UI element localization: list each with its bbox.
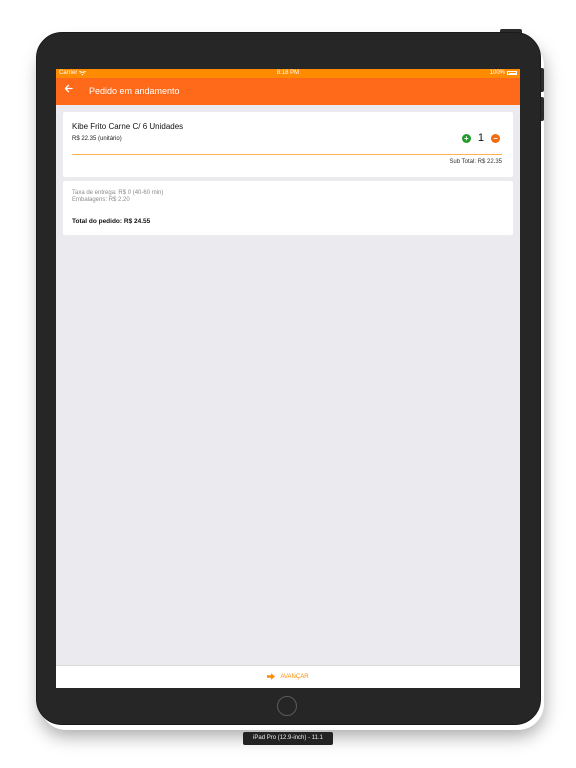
navigation-bar: Pedido em andamento <box>56 78 520 105</box>
app-screen: Carrier 8:18 PM 100% Pedido em andamento… <box>56 69 520 688</box>
order-item-card: Kibe Frito Carne C/ 6 Unidades R$ 22.35 … <box>63 112 513 177</box>
packaging-fee: Embalagens: R$ 2.20 <box>72 197 130 203</box>
battery-icon <box>507 71 517 75</box>
increase-quantity-button[interactable]: + <box>461 133 471 143</box>
back-button[interactable] <box>64 84 73 96</box>
quantity-value: 1 <box>477 132 484 144</box>
order-total: Total do pedido: R$ 24.55 <box>72 218 151 225</box>
quantity-stepper: + 1 − <box>461 132 500 144</box>
item-name: Kibe Frito Carne C/ 6 Unidades <box>72 122 184 131</box>
battery-indicator: 100% <box>490 70 517 76</box>
item-unit-price: R$ 22.35 (unitário) <box>72 136 122 142</box>
minus-icon: − <box>493 133 498 143</box>
home-button[interactable] <box>277 696 297 716</box>
delivery-fee: Taxa de entrega: R$ 0 (40-60 min) <box>72 190 164 196</box>
item-subtotal: Sub Total: R$ 22.35 <box>449 159 502 165</box>
decrease-quantity-button[interactable]: − <box>491 133 500 143</box>
device-label: iPad Pro (12.9-inch) - 11.1 <box>243 732 333 745</box>
bottom-action-bar: AVANÇAR <box>56 665 520 688</box>
plus-icon: + <box>464 133 469 143</box>
item-divider <box>72 154 502 155</box>
arrow-right-icon <box>267 673 276 680</box>
advance-label: AVANÇAR <box>280 673 309 680</box>
status-time: 8:18 PM <box>276 70 300 76</box>
arrow-left-icon <box>64 84 73 93</box>
advance-button[interactable]: AVANÇAR <box>56 673 520 680</box>
page-title: Pedido em andamento <box>89 86 180 96</box>
battery-percent: 100% <box>489 70 505 76</box>
status-bar: Carrier 8:18 PM 100% <box>56 69 520 78</box>
order-summary-card: Taxa de entrega: R$ 0 (40-60 min) Embala… <box>63 181 513 235</box>
